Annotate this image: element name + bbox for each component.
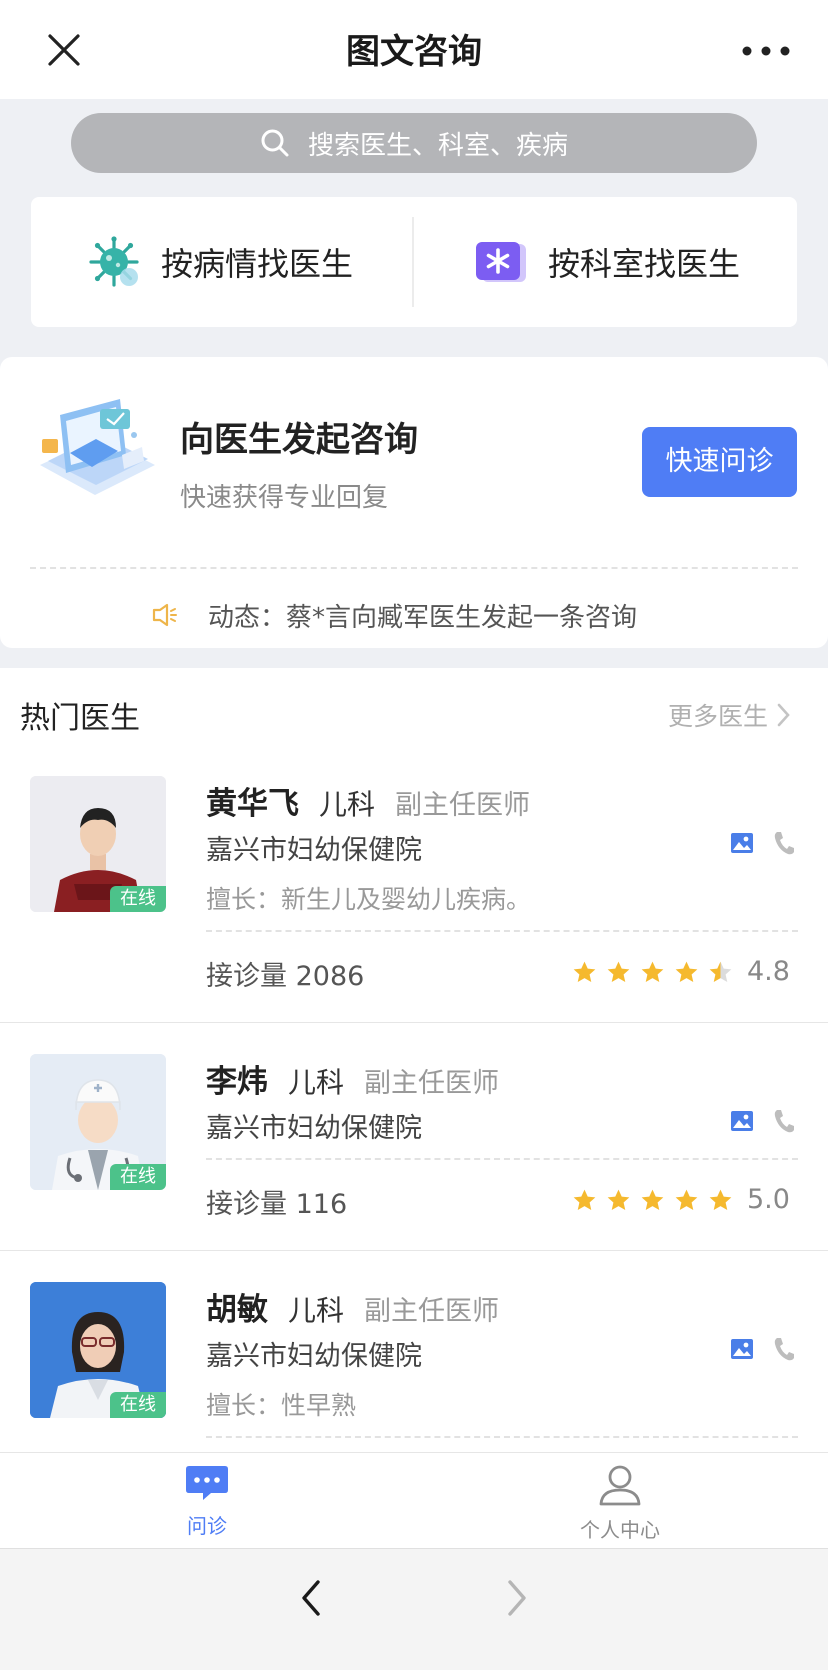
tab-label: 个人中心	[580, 1518, 660, 1542]
online-badge: 在线	[110, 1164, 166, 1190]
star-icon	[641, 1189, 664, 1210]
doctor-avatar: 在线	[30, 1282, 166, 1418]
forward-icon[interactable]	[502, 1578, 530, 1618]
tab-consult[interactable]: 问诊	[147, 1464, 267, 1539]
doctor-avatar: 在线	[30, 776, 166, 912]
phone-icon[interactable]	[772, 1336, 796, 1362]
doctor-name: 黄华飞	[206, 786, 299, 822]
ticker-text: 动态：蔡*言向臧军医生发起一条咨询	[208, 602, 638, 633]
activity-ticker: 动态：蔡*言向臧军医生发起一条咨询	[152, 595, 637, 635]
doctor-specialty: 擅长：新生儿及婴幼儿疾病。	[206, 885, 532, 914]
find-by-department-label: 按科室找医生	[548, 245, 741, 283]
tab-label: 问诊	[187, 1514, 227, 1538]
doctor-avatar: 在线	[30, 1054, 166, 1190]
virus-icon	[89, 236, 139, 287]
doctor-title: 副主任医师	[364, 1068, 500, 1099]
chat-icon	[186, 1466, 228, 1500]
consult-subtitle: 快速获得专业回复	[180, 483, 389, 513]
image-icon[interactable]	[730, 1110, 754, 1132]
doctor-title: 副主任医师	[364, 1296, 500, 1327]
dashed-divider	[30, 567, 798, 569]
browser-toolbar	[0, 1548, 828, 1670]
phone-icon[interactable]	[772, 1108, 796, 1134]
find-by-department-button[interactable]: 按科室找医生	[474, 197, 740, 327]
star-icon	[709, 961, 732, 982]
doctor-department: 儿科	[288, 1066, 345, 1099]
image-icon[interactable]	[730, 832, 754, 854]
page-title: 图文咨询	[346, 32, 482, 72]
online-badge: 在线	[110, 1392, 166, 1418]
rating-value: 5.0	[747, 1184, 790, 1215]
star-icon	[573, 1189, 596, 1210]
consult-count: 接诊量 116	[206, 1189, 348, 1220]
online-badge: 在线	[110, 886, 166, 912]
consult-illustration	[40, 399, 155, 495]
rating-stars	[572, 1188, 733, 1212]
rating-stars	[572, 960, 733, 984]
doctor-department: 儿科	[319, 788, 376, 821]
doctor-hospital: 嘉兴市妇幼保健院	[206, 835, 422, 866]
asterisk-icon	[476, 242, 526, 282]
more-icon[interactable]	[740, 44, 792, 58]
tab-profile[interactable]: 个人中心	[560, 1464, 680, 1543]
doctor-specialty: 擅长：性早熟	[206, 1391, 357, 1420]
speaker-icon	[152, 603, 177, 627]
doctor-department: 儿科	[288, 1294, 345, 1327]
find-by-disease-button[interactable]: 按病情找医生	[87, 197, 353, 327]
search-placeholder: 搜索医生、科室、疾病	[307, 130, 568, 161]
star-icon	[607, 1189, 630, 1210]
more-doctors-link[interactable]: 更多医生	[668, 697, 794, 733]
row-separator	[0, 1250, 828, 1251]
row-separator	[0, 1022, 828, 1023]
image-icon[interactable]	[730, 1338, 754, 1360]
chevron-right-icon	[777, 703, 790, 727]
star-icon	[675, 961, 698, 982]
doctor-name: 胡敏	[206, 1292, 268, 1328]
doctor-card[interactable]: 在线 李炜 儿科 副主任医师 嘉兴市妇幼保健院 接诊量 116 5.0	[0, 1038, 828, 1250]
section-title: 热门医生	[20, 701, 140, 736]
doctor-hospital: 嘉兴市妇幼保健院	[206, 1113, 422, 1144]
search-icon	[261, 129, 289, 157]
star-icon	[641, 961, 664, 982]
phone-icon[interactable]	[772, 830, 796, 856]
doctor-title: 副主任医师	[395, 790, 531, 821]
find-by-disease-label: 按病情找医生	[161, 245, 354, 283]
star-icon	[573, 961, 596, 982]
doctor-card[interactable]: 在线 胡敏 儿科 副主任医师 嘉兴市妇幼保健院 擅长：性早熟	[0, 1266, 828, 1452]
more-doctors-label: 更多医生	[668, 702, 769, 731]
dashed-divider	[206, 1158, 798, 1160]
rating-value: 4.8	[747, 956, 790, 987]
search-bar[interactable]: 搜索医生、科室、疾病	[71, 113, 757, 173]
star-icon	[675, 1189, 698, 1210]
consult-count: 接诊量 2086	[206, 961, 365, 992]
back-icon[interactable]	[298, 1578, 326, 1618]
dashed-divider	[206, 1436, 798, 1438]
star-icon	[607, 961, 630, 982]
doctor-name: 李炜	[206, 1064, 268, 1100]
tab-bar	[0, 1452, 828, 1549]
find-doctor-card: 按病情找医生 按科室找医生	[31, 197, 797, 327]
doctor-card[interactable]: 在线 黄华飞 儿科 副主任医师 嘉兴市妇幼保健院 擅长：新生儿及婴幼儿疾病。 接…	[0, 760, 828, 1022]
quick-consult-button[interactable]: 快速问诊	[642, 427, 797, 497]
dashed-divider	[206, 930, 798, 932]
doctor-hospital: 嘉兴市妇幼保健院	[206, 1341, 422, 1372]
user-icon	[599, 1465, 641, 1506]
divider	[412, 217, 414, 307]
consult-title: 向医生发起咨询	[180, 420, 418, 460]
star-icon	[709, 1189, 732, 1210]
